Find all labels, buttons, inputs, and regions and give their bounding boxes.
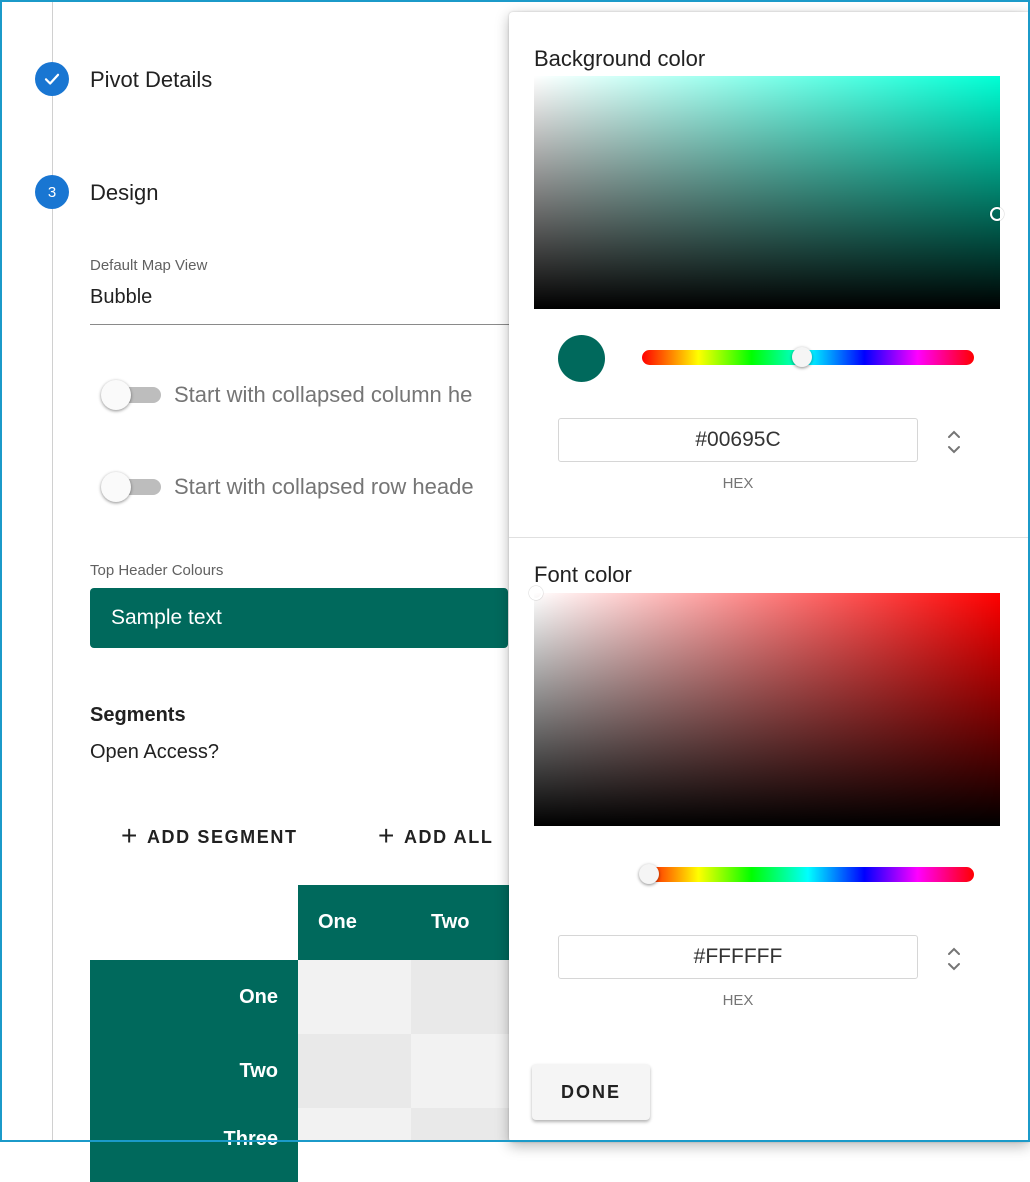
hue-slider-thumb[interactable] [792,347,812,367]
background-hex-input[interactable] [558,418,918,462]
step-design-label[interactable]: Design [90,180,158,206]
stepper-rail [52,0,53,1142]
default-map-view-label: Default Map View [90,257,208,274]
top-header-colour-sample[interactable]: Sample text [90,588,508,648]
sample-text: Sample text [111,606,222,629]
add-segment-button[interactable]: + ADD SEGMENT [121,820,298,851]
chevron-up-down-icon [948,430,960,454]
preview-cell [298,960,411,1034]
font-saturation-cursor[interactable] [529,586,543,600]
font-hex-input[interactable] [558,935,918,979]
hue-slider-thumb[interactable] [639,864,659,884]
font-format-label: HEX [722,992,754,1009]
segments-title: Segments [90,704,186,726]
top-header-colours-label: Top Header Colours [90,562,224,579]
background-hue-slider[interactable] [642,347,974,367]
preview-column-header: Two [411,885,509,960]
preview-cell [298,1034,411,1108]
plus-icon: + [378,823,396,851]
segments-subtitle: Open Access? [90,741,219,763]
font-format-toggle[interactable] [943,941,965,977]
collapsed-rows-toggle[interactable] [101,471,163,502]
background-color-title: Background color [534,46,706,71]
default-map-view-select[interactable]: Bubble [90,286,152,309]
preview-cell [298,1108,411,1142]
background-format-toggle[interactable] [943,424,965,460]
collapsed-columns-toggle[interactable] [101,379,163,410]
add-segment-label: ADD SEGMENT [146,826,298,847]
preview-column-header: One [298,885,411,960]
toggle-thumb[interactable] [101,380,131,410]
chevron-up-down-icon [948,947,960,971]
step-number-badge: 3 [35,175,69,209]
toggle-thumb[interactable] [101,472,131,502]
color-picker-popup: Background color HEX Font color HEX DONE [509,12,1029,1142]
select-underline [90,324,510,325]
preview-row-header: Two [90,1034,298,1108]
preview-cell [411,1034,509,1108]
collapsed-rows-label: Start with collapsed row heade [174,474,474,499]
background-color-swatch [558,335,605,382]
background-saturation-cursor[interactable] [990,207,1004,221]
step-complete-icon[interactable] [35,62,69,96]
preview-row-header: One [90,960,298,1034]
done-button[interactable]: DONE [532,1064,650,1120]
preview-cell [411,1108,509,1142]
sv-black-gradient [534,76,1000,309]
step-pivot-details-label[interactable]: Pivot Details [90,67,212,93]
section-divider [509,537,1029,538]
font-color-title: Font color [534,562,632,587]
collapsed-columns-label: Start with collapsed column he [174,382,473,407]
font-hue-slider[interactable] [639,864,974,884]
preview-cell [411,960,509,1034]
add-all-label: ADD ALL [403,826,494,847]
background-saturation-area[interactable] [534,76,1000,309]
sv-black-gradient [534,593,1000,826]
background-format-label: HEX [722,475,754,492]
font-saturation-area[interactable] [534,593,1000,826]
add-all-button[interactable]: + ADD ALL [378,823,509,851]
check-icon [44,73,60,85]
preview-row-header: Three [90,1108,298,1182]
plus-icon: + [121,820,139,851]
